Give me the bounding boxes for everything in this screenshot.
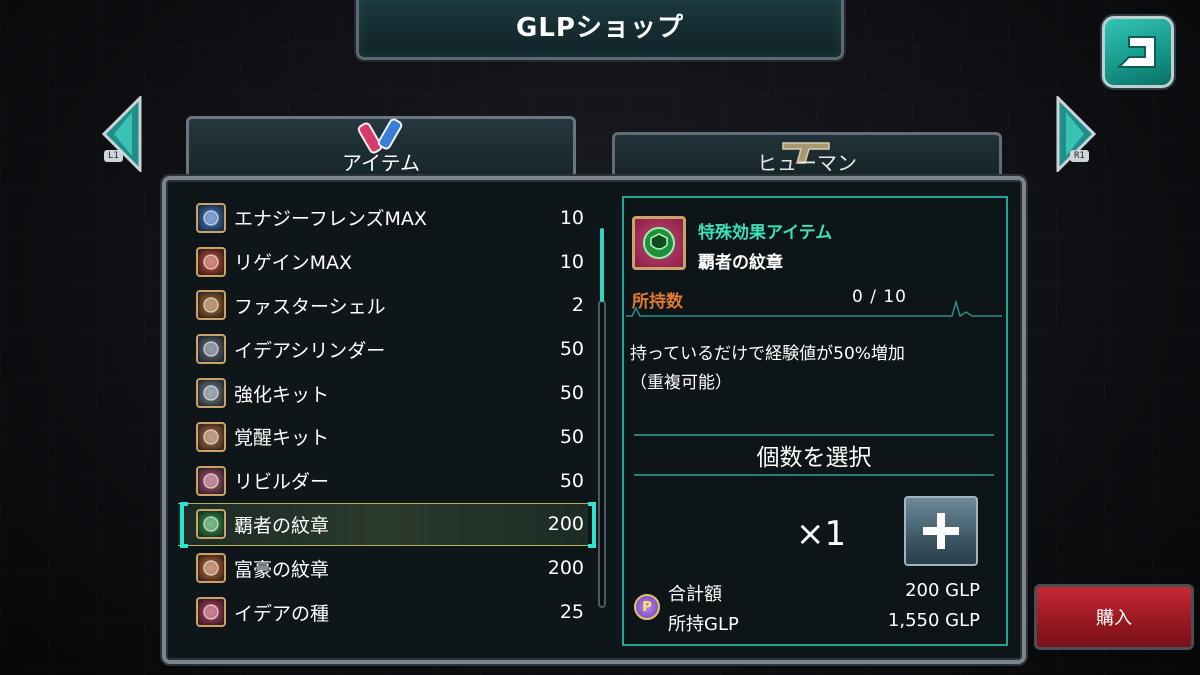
l1-tag: L1	[104, 150, 123, 162]
list-item[interactable]: イデアの種 25	[178, 590, 588, 634]
list-item[interactable]: 富豪の紋章 200	[178, 546, 588, 590]
item-name: イデアシリンダー	[234, 339, 386, 362]
list-item[interactable]: イデアシリンダー 50	[178, 327, 588, 371]
shop-title-bar: GLPショップ	[356, 0, 844, 60]
buy-button-label: 購入	[1096, 608, 1132, 629]
total-value: 200 GLP	[905, 580, 980, 601]
tab-items[interactable]: アイテム	[186, 116, 576, 180]
item-price: 50	[559, 382, 584, 405]
item-name: ファスターシェル	[234, 295, 386, 318]
item-price: 50	[559, 425, 584, 448]
item-price: 50	[559, 338, 584, 361]
item-name: エナジーフレンズMAX	[234, 208, 427, 231]
tab-items-label: アイテム	[342, 151, 420, 175]
item-name: 覚醒キット	[234, 427, 330, 450]
selection-bracket-right	[588, 501, 596, 548]
detail-item-name: 覇者の紋章	[698, 253, 783, 273]
coin-glyph: P	[642, 599, 652, 615]
item-name: イデアの種	[234, 602, 330, 625]
back-button[interactable]	[1102, 16, 1174, 88]
list-item[interactable]: リビルダー 50	[178, 459, 588, 503]
back-icon	[1116, 36, 1156, 68]
champion-emblem-icon	[632, 216, 686, 270]
item-name: 富豪の紋章	[234, 558, 330, 581]
increase-quantity-button[interactable]	[904, 496, 978, 566]
item-price: 10	[559, 250, 584, 273]
description-line-1: 持っているだけで経験値が50%増加	[630, 344, 905, 364]
list-item-selected[interactable]: 覇者の紋章 200	[178, 501, 596, 548]
list-item[interactable]: 覚醒キット 50	[178, 415, 588, 459]
page-title: GLPショップ	[516, 13, 684, 43]
item-price: 50	[559, 469, 584, 492]
item-list: エナジーフレンズMAX 10 リゲインMAX 10 ファスターシェル 2 イデアシリンダー 5…	[178, 196, 596, 634]
item-price: 10	[559, 206, 584, 229]
item-name: リゲインMAX	[234, 252, 353, 275]
kit-icon	[196, 378, 226, 409]
pulse-line-decoration	[626, 299, 1002, 318]
selection-bracket-left	[180, 501, 188, 548]
buy-button[interactable]: 購入	[1034, 584, 1194, 650]
seed-icon	[196, 597, 226, 628]
quantity-select-label: 個数を選択	[756, 445, 872, 471]
glp-coin-icon: P	[634, 594, 660, 620]
owned-glp-label: 所持GLP	[668, 614, 739, 635]
list-item[interactable]: エナジーフレンズMAX 10	[178, 196, 588, 240]
list-item[interactable]: リゲインMAX 10	[178, 240, 588, 284]
item-price: 200	[547, 557, 584, 580]
regain-potion-icon	[196, 246, 226, 277]
item-name: 覇者の紋章	[234, 514, 330, 537]
description-line-2: （重複可能）	[630, 373, 732, 393]
item-name: リビルダー	[234, 471, 330, 494]
tab-human-label: ヒューマン	[757, 151, 857, 175]
list-item[interactable]: ファスターシェル 2	[178, 284, 588, 328]
energy-potion-icon	[196, 202, 226, 233]
champion-emblem-icon	[196, 509, 226, 540]
r1-tag: R1	[1070, 150, 1089, 162]
quantity-select-header: 個数を選択	[634, 434, 994, 476]
item-price: 2	[571, 294, 584, 317]
item-price: 25	[559, 601, 584, 624]
quantity-value: ×1	[796, 514, 847, 554]
plus-icon	[923, 513, 959, 549]
list-scrollbar-thumb[interactable]	[600, 228, 604, 302]
item-name: 強化キット	[234, 383, 330, 406]
cylinder-icon	[196, 334, 226, 365]
awaken-kit-icon	[196, 421, 226, 452]
list-scrollbar-track[interactable]	[598, 300, 606, 608]
tab-human[interactable]: ヒューマン	[612, 132, 1002, 180]
detail-category: 特殊効果アイテム	[698, 223, 833, 243]
shell-icon	[196, 290, 226, 321]
rebuilder-icon	[196, 465, 226, 496]
item-description: 持っているだけで経験値が50%増加 （重複可能）	[630, 340, 1000, 398]
owned-glp-value: 1,550 GLP	[887, 610, 980, 631]
item-price: 200	[547, 513, 584, 536]
wealth-emblem-icon	[196, 553, 226, 584]
total-label: 合計額	[668, 584, 722, 605]
list-item[interactable]: 強化キット 50	[178, 371, 588, 415]
